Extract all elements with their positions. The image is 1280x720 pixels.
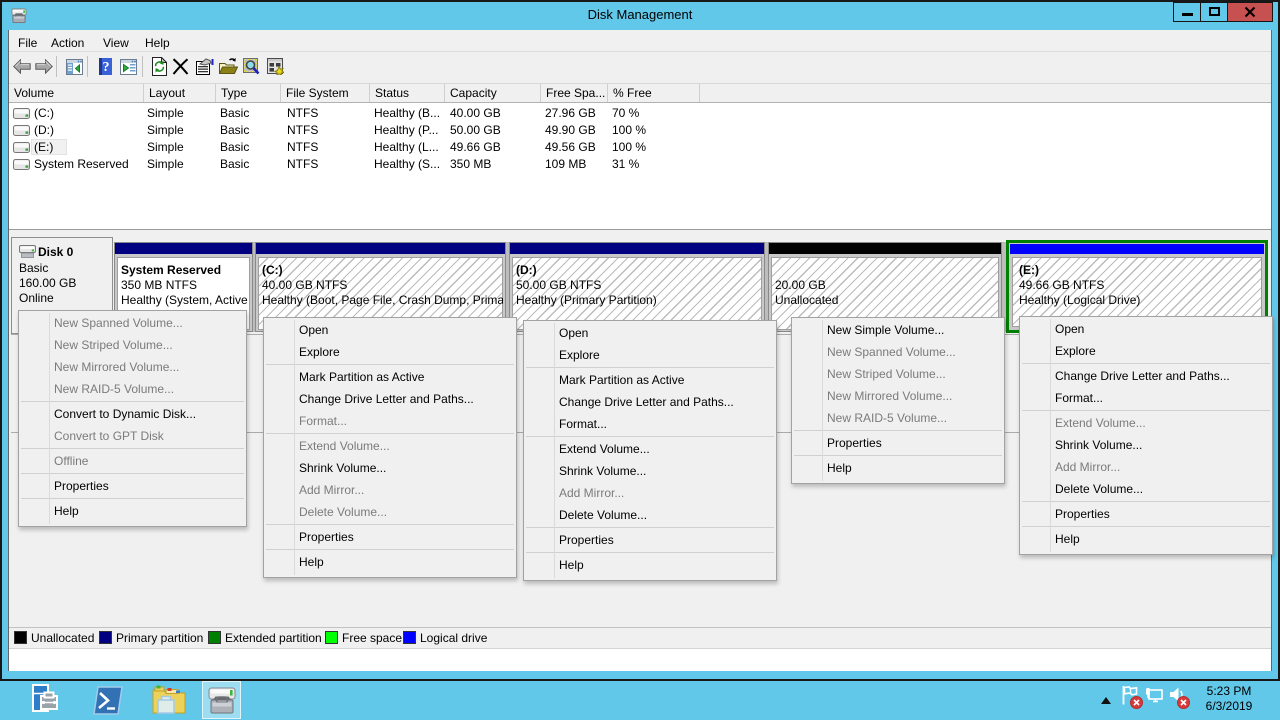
svg-text:?: ? bbox=[103, 60, 110, 75]
